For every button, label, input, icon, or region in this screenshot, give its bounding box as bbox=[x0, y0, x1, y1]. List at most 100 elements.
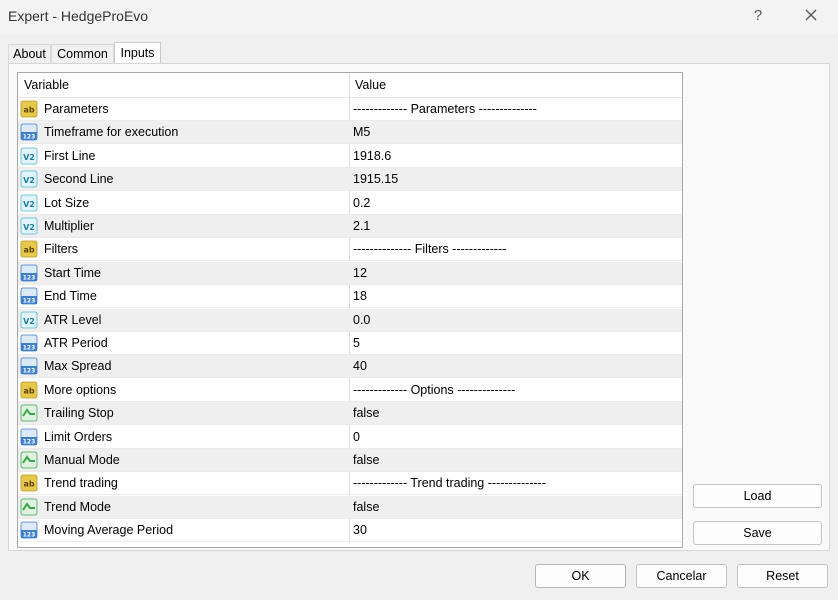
variable-value[interactable]: 1915.15 bbox=[353, 168, 398, 191]
ab-string-icon: ab bbox=[20, 474, 38, 492]
bool-toggle-icon bbox=[20, 498, 38, 516]
column-header-value[interactable]: Value bbox=[355, 73, 386, 98]
variable-value[interactable]: ------------- Trend trading ------------… bbox=[353, 472, 546, 495]
variable-name: Trailing Stop bbox=[44, 406, 114, 421]
variable-value[interactable]: false bbox=[353, 402, 379, 425]
cancel-button[interactable]: Cancelar bbox=[636, 564, 727, 588]
variable-name: ATR Level bbox=[44, 312, 102, 327]
v2-double-icon: V2 bbox=[20, 194, 38, 212]
ab-string-icon: ab bbox=[20, 100, 38, 118]
ab-string-icon: ab bbox=[20, 381, 38, 399]
table-row[interactable]: 123 Limit Orders 0 bbox=[18, 426, 682, 449]
ok-button[interactable]: OK bbox=[535, 564, 626, 588]
123-integer-icon: 123 bbox=[20, 123, 38, 141]
variable-name: Timeframe for execution bbox=[44, 125, 179, 140]
variable-value[interactable]: 0.2 bbox=[353, 192, 370, 215]
variable-name: Second Line bbox=[44, 172, 114, 187]
table-header: Variable Value bbox=[18, 73, 682, 98]
svg-text:ab: ab bbox=[23, 480, 34, 489]
variable-name: Start Time bbox=[44, 265, 101, 280]
variable-value[interactable]: 0.0 bbox=[353, 309, 370, 332]
svg-text:ab: ab bbox=[23, 386, 34, 395]
table-row[interactable]: 123 Moving Average Period 30 bbox=[18, 519, 682, 543]
save-button[interactable]: Save bbox=[693, 521, 822, 545]
table-row[interactable]: 123 Max Spread 40 bbox=[18, 355, 682, 379]
table-row[interactable]: V2 Lot Size 0.2 bbox=[18, 192, 682, 215]
123-integer-icon: 123 bbox=[20, 287, 38, 305]
table-row[interactable]: Trailing Stop false bbox=[18, 402, 682, 426]
variable-name: More options bbox=[44, 382, 117, 397]
svg-text:123: 123 bbox=[23, 274, 36, 281]
tab-about[interactable]: About bbox=[8, 44, 51, 64]
svg-text:ab: ab bbox=[23, 246, 34, 255]
v2-double-icon: V2 bbox=[20, 170, 38, 188]
table-row[interactable]: ab Trend trading ------------- Trend tradi… bbox=[18, 472, 682, 496]
svg-text:123: 123 bbox=[23, 134, 36, 141]
123-integer-icon: 123 bbox=[20, 357, 38, 375]
svg-text:ab: ab bbox=[23, 106, 34, 115]
column-header-variable[interactable]: Variable bbox=[24, 73, 69, 98]
variable-name: Max Spread bbox=[44, 359, 112, 374]
variable-value[interactable]: M5 bbox=[353, 121, 370, 144]
variable-name: Manual Mode bbox=[44, 453, 120, 467]
variable-value[interactable]: 5 bbox=[353, 332, 360, 355]
variable-name: Lot Size bbox=[44, 195, 90, 210]
svg-text:V2: V2 bbox=[23, 223, 35, 232]
tab-common[interactable]: Common bbox=[51, 44, 114, 64]
table-row[interactable]: ab More options ------------- Options ----… bbox=[18, 379, 682, 402]
variable-value[interactable]: 12 bbox=[353, 262, 367, 285]
variable-value[interactable]: ------------- Parameters -------------- bbox=[353, 98, 537, 121]
table-row[interactable]: V2 Multiplier 2.1 bbox=[18, 215, 682, 238]
title-bar: Expert - HedgeProEvo ? bbox=[0, 0, 838, 34]
reset-button[interactable]: Reset bbox=[737, 564, 828, 588]
window-title: Expert - HedgeProEvo bbox=[8, 8, 149, 24]
close-icon[interactable] bbox=[798, 4, 824, 28]
123-integer-icon: 123 bbox=[20, 264, 38, 282]
svg-text:123: 123 bbox=[23, 298, 36, 305]
load-button[interactable]: Load bbox=[693, 484, 822, 508]
variable-name: Trend Mode bbox=[44, 499, 111, 514]
v2-double-icon: V2 bbox=[20, 217, 38, 235]
variable-value[interactable]: false bbox=[353, 449, 379, 472]
table-row[interactable]: ab Filters -------------- Filters --------… bbox=[18, 238, 682, 262]
variable-value[interactable]: 1918.6 bbox=[353, 145, 391, 168]
variable-value[interactable]: 2.1 bbox=[353, 215, 370, 238]
variable-value[interactable]: false bbox=[353, 496, 379, 519]
variable-name: ATR Period bbox=[44, 336, 108, 350]
variable-value[interactable]: 30 bbox=[353, 519, 367, 542]
table-row[interactable]: 123 ATR Period 5 bbox=[18, 332, 682, 355]
variable-value[interactable]: 0 bbox=[353, 426, 360, 449]
bool-toggle-icon bbox=[20, 451, 38, 469]
variable-name: Limit Orders bbox=[44, 429, 113, 444]
svg-text:123: 123 bbox=[23, 532, 36, 539]
svg-text:123: 123 bbox=[23, 345, 36, 352]
123-integer-icon: 123 bbox=[20, 334, 38, 352]
variable-name: Trend trading bbox=[44, 476, 118, 491]
variable-name: End Time bbox=[44, 289, 97, 304]
variable-name: First Line bbox=[44, 148, 96, 163]
variable-value[interactable]: 18 bbox=[353, 285, 367, 308]
123-integer-icon: 123 bbox=[20, 521, 38, 539]
variable-name: Moving Average Period bbox=[44, 523, 174, 538]
123-integer-icon: 123 bbox=[20, 428, 38, 446]
table-row[interactable]: Manual Mode false bbox=[18, 449, 682, 472]
table-row[interactable]: 123 End Time 18 bbox=[18, 285, 682, 309]
svg-text:V2: V2 bbox=[23, 153, 35, 162]
table-row[interactable]: V2 ATR Level 0.0 bbox=[18, 308, 682, 332]
variable-value[interactable]: -------------- Filters ------------- bbox=[353, 238, 506, 261]
table-row[interactable]: V2 First Line 1918.6 bbox=[18, 145, 682, 168]
variable-value[interactable]: 40 bbox=[353, 355, 367, 378]
variable-name: Parameters bbox=[44, 102, 109, 116]
help-icon[interactable]: ? bbox=[746, 4, 770, 28]
svg-text:V2: V2 bbox=[23, 317, 35, 326]
table-row[interactable]: V2 Second Line 1915.15 bbox=[18, 168, 682, 192]
v2-double-icon: V2 bbox=[20, 311, 38, 329]
tab-inputs[interactable]: Inputs bbox=[114, 42, 161, 65]
variable-value[interactable]: ------------- Options -------------- bbox=[353, 379, 515, 402]
table-row[interactable]: 123 Timeframe for execution M5 bbox=[18, 121, 682, 145]
table-row[interactable]: Trend Mode false bbox=[18, 495, 682, 519]
bool-toggle-icon bbox=[20, 404, 38, 422]
inputs-table[interactable]: Variable Value ab Parameters -------------… bbox=[17, 72, 683, 548]
table-row[interactable]: 123 Start Time 12 bbox=[18, 261, 682, 285]
table-row[interactable]: ab Parameters ------------- Parameters ---… bbox=[18, 98, 682, 121]
